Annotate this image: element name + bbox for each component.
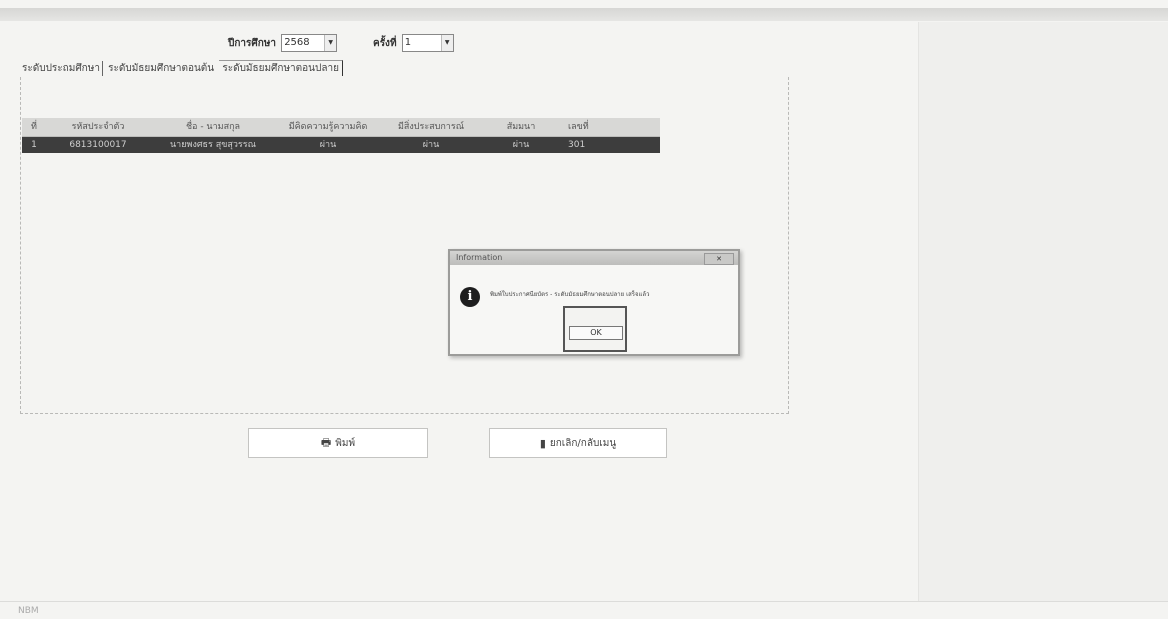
ok-button[interactable]: OK (569, 326, 623, 340)
tab-upper-secondary[interactable]: ระดับมัธยมศึกษาตอนปลาย (219, 60, 343, 76)
right-empty-pane (918, 22, 1168, 602)
year-label: ปีการศึกษา (228, 38, 276, 49)
table-header: ที่ รหัสประจำตัว ชื่อ - นามสกุล มีคิดควา… (22, 118, 660, 137)
column-header-student-id[interactable]: รหัสประจำตัว (46, 118, 150, 136)
printer-icon: 🖶 (320, 435, 332, 449)
cell-student-id: 6813100017 (69, 140, 127, 150)
tab-lower-secondary[interactable]: ระดับมัธยมศึกษาตอนต้น (106, 61, 216, 76)
footer-text: NBM (18, 606, 39, 616)
term-select[interactable]: 1 ▼ (401, 34, 454, 52)
close-icon[interactable]: ✕ (704, 253, 734, 265)
info-icon: i (460, 287, 480, 307)
cell-name: นายพงศธร สุขสุวรรณ (170, 140, 256, 150)
column-header-seminar[interactable]: สัมมนา (482, 118, 560, 136)
cell-experience: ผ่าน (422, 140, 440, 150)
chevron-down-icon: ▼ (440, 35, 453, 51)
term-value: 1 (404, 37, 412, 48)
level-tabs: ระดับประถมศึกษา ระดับมัธยมศึกษาตอนต้น ระ… (20, 60, 343, 76)
tab-primary[interactable]: ระดับประถมศึกษา (20, 61, 103, 76)
chevron-down-icon: ▼ (324, 35, 337, 51)
cancel-back-button[interactable]: ▮ ยกเลิก/กลับเมนู (489, 428, 667, 458)
year-value: 2568 (284, 37, 310, 48)
column-header-number[interactable]: เลขที่ (560, 118, 660, 136)
column-header-experience[interactable]: มีสิ่งประสบการณ์ (380, 118, 482, 136)
cell-no: 1 (31, 140, 37, 150)
information-dialog: Information ✕ i พิมพ์ใบประกาศนียบัตร - ร… (448, 249, 740, 356)
year-select[interactable]: 2568 ▼ (281, 34, 338, 52)
table-row[interactable]: 1 6813100017 นายพงศธร สุขสุวรรณ ผ่าน ผ่า… (22, 137, 660, 153)
cell-number: 301 (568, 140, 586, 150)
ok-button-frame: OK (563, 306, 627, 352)
column-header-knowledge[interactable]: มีคิดความรู้ความคิด (276, 118, 380, 136)
exit-door-icon: ▮ (539, 436, 546, 450)
year-selector-group: ปีการศึกษา 2568 ▼ (228, 34, 338, 52)
print-button-label: พิมพ์ (335, 437, 356, 449)
term-label: ครั้งที่ (373, 38, 397, 49)
cell-seminar: ผ่าน (512, 140, 530, 150)
cell-knowledge: ผ่าน (319, 140, 337, 150)
print-button[interactable]: 🖶 พิมพ์ (248, 428, 428, 458)
column-header-name[interactable]: ชื่อ - นามสกุล (150, 118, 276, 136)
top-toolbar-strip (0, 8, 1168, 21)
column-header-no[interactable]: ที่ (22, 118, 46, 136)
student-table: ที่ รหัสประจำตัว ชื่อ - นามสกุล มีคิดควา… (22, 118, 660, 153)
cancel-back-button-label: ยกเลิก/กลับเมนู (549, 437, 617, 449)
term-selector-group: ครั้งที่ 1 ▼ (373, 34, 454, 52)
dialog-title: Information (450, 251, 738, 265)
status-divider (0, 601, 1168, 602)
dialog-message: พิมพ์ใบประกาศนียบัตร - ระดับมัธยมศึกษาตอ… (490, 291, 650, 298)
